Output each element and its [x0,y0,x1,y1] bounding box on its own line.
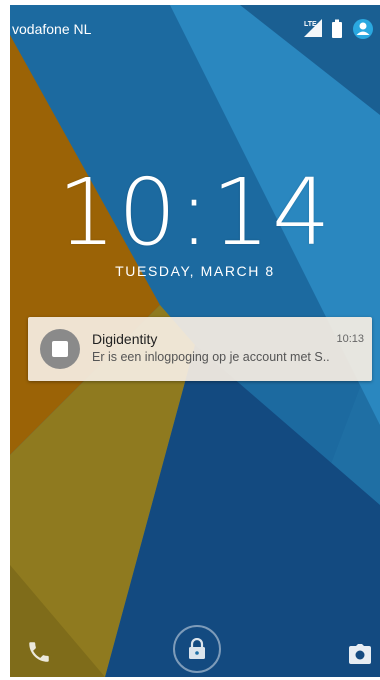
status-icons-svg: LTE [304,19,373,39]
battery-icon [332,19,342,38]
account-icon[interactable] [353,19,373,39]
lockscreen-actions [10,617,380,677]
status-icons: LTE [288,15,378,43]
notification-text: Er is een inlogpoging op je account met … [92,350,330,364]
unlock-button[interactable] [173,625,221,673]
carrier-name: vodafone NL [12,21,92,37]
lock-icon [189,638,205,659]
status-bar: vodafone NL LTE [10,5,380,53]
notification-card[interactable]: Digidentity 10:13 Er is een inlogpoging … [28,317,372,381]
clock-date: TUESDAY, MARCH 8 [115,263,275,279]
app-square-glyph [52,341,68,357]
clock-time: 10:14 [57,159,333,266]
notification-time: 10:13 [336,333,364,345]
network-type-label: LTE [304,21,317,28]
camera-icon[interactable] [348,643,372,665]
phone-icon[interactable] [26,639,52,665]
lock-screen: vodafone NL LTE 10:14 TUESDAY, MARCH 8 D… [10,5,380,677]
app-square-icon [40,329,80,369]
notification-app-name: Digidentity [92,331,158,347]
device-frame: vodafone NL LTE 10:14 TUESDAY, MARCH 8 D… [0,0,380,680]
